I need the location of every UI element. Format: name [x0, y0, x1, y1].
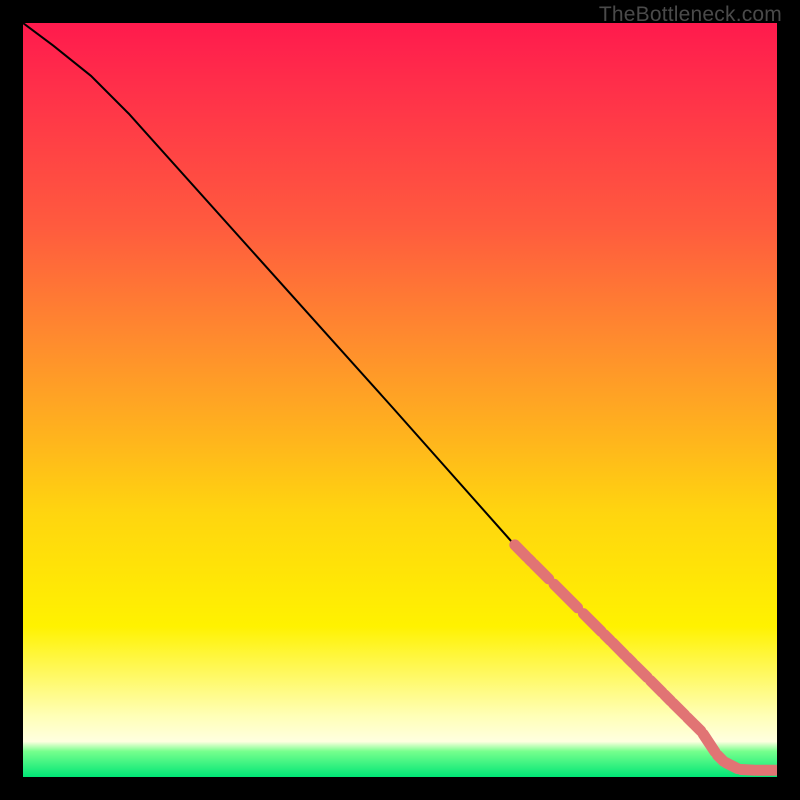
marker-bead: [583, 614, 601, 632]
marker-bead: [665, 695, 671, 701]
chart-stage: TheBottleneck.com: [0, 0, 800, 800]
marker-bead: [627, 657, 633, 663]
marker-bead: [515, 545, 527, 557]
marker-bead: [703, 734, 715, 752]
curve-svg: [23, 23, 777, 777]
marker-dot: [772, 765, 778, 776]
marker-bead: [529, 559, 532, 562]
plot-area: [23, 23, 777, 777]
curve-path: [23, 23, 777, 770]
marker-bead: [534, 564, 549, 579]
marker-group: [515, 545, 777, 776]
marker-bead: [718, 755, 724, 761]
marker-bead: [687, 718, 693, 724]
marker-dot: [749, 765, 760, 776]
marker-bead: [726, 763, 738, 769]
marker-bead: [635, 666, 647, 678]
marker-bead: [554, 584, 578, 608]
marker-bead: [613, 643, 625, 655]
marker-bead: [651, 681, 663, 693]
marker-bead: [741, 770, 753, 771]
marker-bead: [673, 703, 685, 715]
marker-bead: [695, 725, 701, 731]
marker-bead: [604, 635, 610, 641]
